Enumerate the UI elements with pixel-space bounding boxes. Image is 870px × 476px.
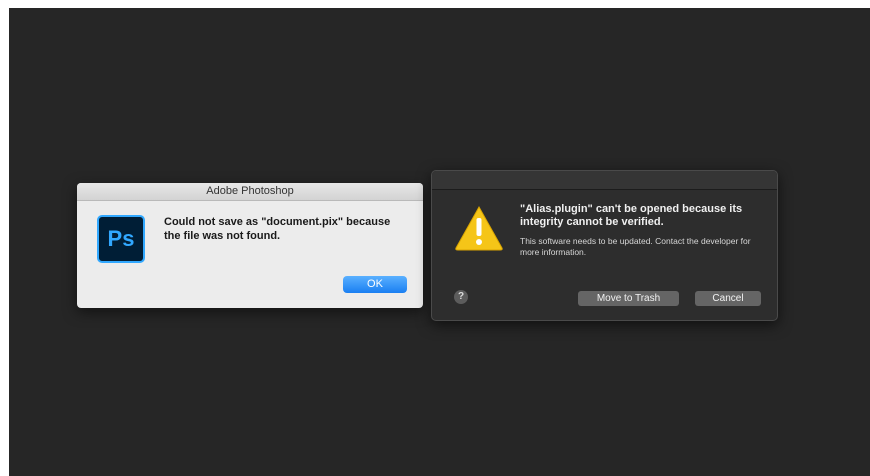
error-message: Could not save as "document.pix" because…	[164, 216, 391, 242]
photoshop-error-dialog: Adobe Photoshop Ps Could not save as "do…	[77, 183, 423, 308]
desktop-background: Adobe Photoshop Ps Could not save as "do…	[9, 8, 870, 476]
move-to-trash-button[interactable]: Move to Trash	[578, 291, 679, 306]
help-icon[interactable]: ?	[454, 290, 468, 304]
cancel-button[interactable]: Cancel	[695, 291, 761, 306]
ok-button[interactable]: OK	[343, 276, 407, 293]
plugin-verification-alert: "Alias.plugin" can't be opened because i…	[431, 170, 778, 321]
alert-titlebar	[432, 171, 777, 190]
alert-heading: "Alias.plugin" can't be opened because i…	[520, 203, 743, 228]
dialog-title: Adobe Photoshop	[77, 183, 423, 201]
warning-triangle-icon	[455, 205, 503, 251]
alert-body-text: This software needs to be updated. Conta…	[520, 236, 751, 257]
photoshop-app-icon: Ps	[97, 215, 145, 263]
